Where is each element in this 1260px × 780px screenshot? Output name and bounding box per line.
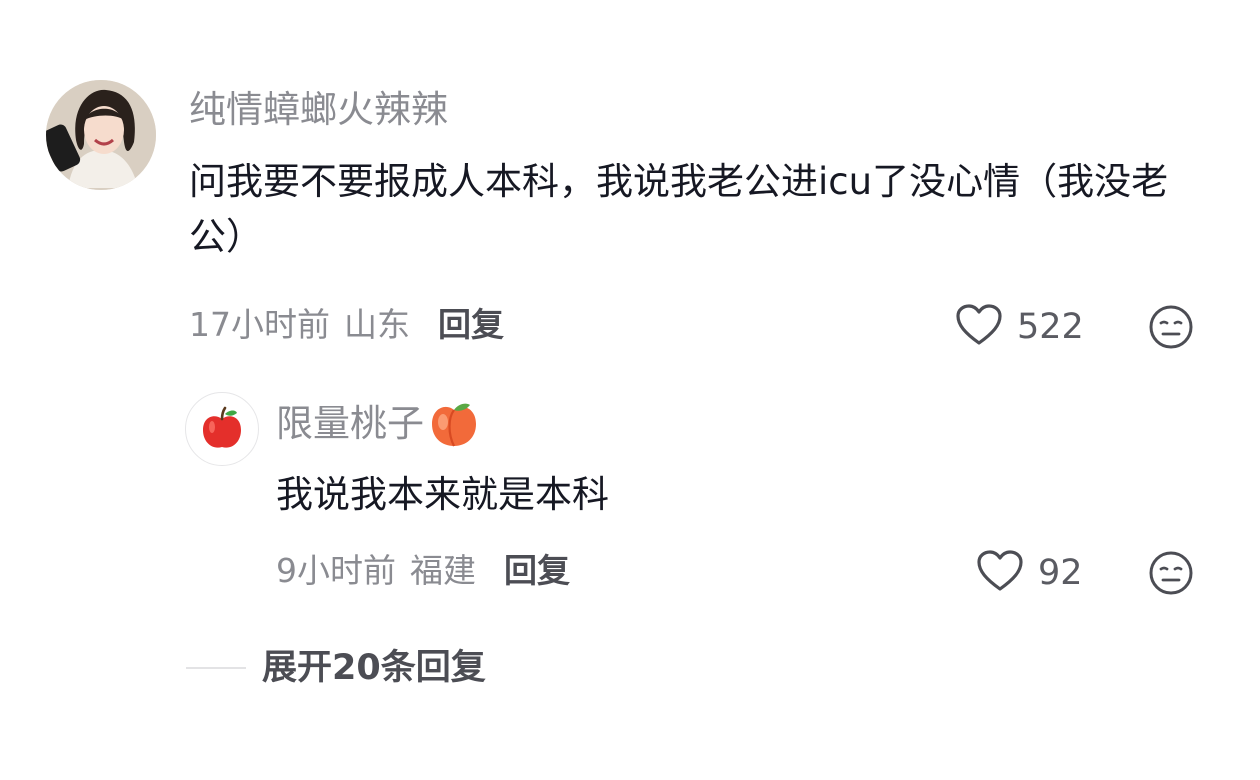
reply-reply-button[interactable]: 回复 [504, 551, 570, 591]
comment-like-count: 522 [1017, 307, 1084, 347]
replier-username-row[interactable]: 限量桃子 [276, 400, 480, 448]
commenter-username[interactable]: 纯情蟑螂火辣辣 [189, 88, 448, 132]
dislike-face-icon [1149, 305, 1193, 349]
heart-icon [955, 303, 1003, 351]
comment-like-button[interactable]: 522 [955, 303, 1084, 351]
reply-like-count: 92 [1038, 553, 1083, 593]
reply-time: 9小时前 [276, 551, 396, 590]
expand-divider [186, 667, 246, 669]
replier-username[interactable]: 限量桃子 [276, 402, 424, 446]
replier-avatar[interactable] [185, 392, 259, 466]
heart-icon [976, 549, 1024, 597]
comment-text: 问我要不要报成人本科，我说我老公进icu了没心情（我没老公） [189, 160, 1169, 258]
avatar-photo [46, 80, 156, 190]
peach-emoji [432, 403, 476, 447]
comment-meta: 17小时前 山东 回复 [189, 305, 504, 345]
comment-dislike-button[interactable] [1148, 304, 1194, 354]
reply-location: 福建 [410, 551, 476, 590]
commenter-avatar[interactable] [46, 80, 156, 190]
reply-meta: 9小时前 福建 回复 [276, 551, 570, 591]
reply-dislike-button[interactable] [1148, 550, 1194, 600]
comment-reply-button[interactable]: 回复 [438, 305, 504, 345]
expand-replies-button[interactable]: 展开20条回复 [262, 646, 486, 690]
comment-time: 17小时前 [189, 305, 330, 344]
comment-location: 山东 [344, 305, 410, 344]
reply-like-button[interactable]: 92 [976, 549, 1083, 597]
reply-text: 我说我本来就是本科 [276, 473, 609, 516]
apple-avatar-icon [203, 406, 241, 448]
dislike-face-icon [1149, 551, 1193, 595]
